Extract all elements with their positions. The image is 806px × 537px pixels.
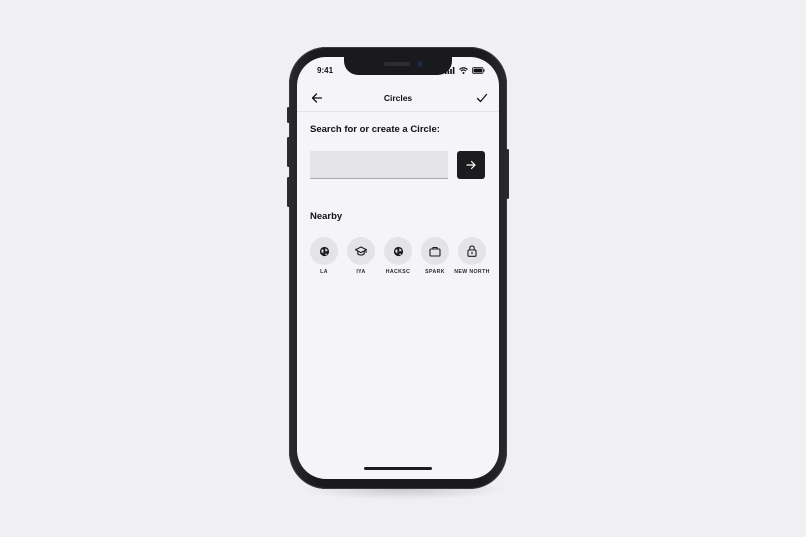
checkmark-icon[interactable] [476, 92, 488, 104]
volume-up-button [287, 137, 290, 167]
arrow-right-icon [466, 160, 476, 170]
circle-label: IYA [356, 269, 366, 275]
nearby-circle-new-north[interactable]: NEW NORTH [454, 237, 490, 276]
nearby-heading: Nearby [310, 211, 343, 222]
speaker [384, 62, 410, 66]
phone-screen: 9:41 Circles Search for or create a Circ… [297, 57, 499, 479]
home-indicator[interactable] [364, 467, 432, 470]
search-heading: Search for or create a Circle: [310, 124, 440, 135]
circle-label: HACKSC [385, 269, 411, 275]
circle-label: NEW NORTH [454, 269, 490, 275]
front-camera [417, 61, 423, 67]
circle-avatar [384, 237, 412, 265]
lock-icon [467, 245, 477, 257]
circle-avatar [310, 237, 338, 265]
globe-icon [393, 246, 403, 256]
search-submit-button[interactable] [457, 151, 485, 179]
circle-avatar [458, 237, 486, 265]
search-input[interactable] [310, 151, 448, 179]
phone-frame: 9:41 Circles Search for or create a Circ… [287, 47, 509, 489]
circle-avatar [421, 237, 449, 265]
nearby-circle-spark[interactable]: SPARK [417, 237, 453, 276]
battery-icon [472, 67, 485, 74]
page-title: Circles [383, 93, 413, 103]
circle-avatar [347, 237, 375, 265]
nearby-circle-hacksc[interactable]: HACKSC [380, 237, 416, 276]
mute-switch [287, 107, 290, 123]
signal-icon [445, 67, 455, 74]
nearby-circle-iya[interactable]: IYA [343, 237, 379, 276]
status-icons [445, 67, 485, 74]
volume-down-button [287, 177, 290, 207]
circle-label: LA [320, 269, 328, 275]
power-button [506, 149, 509, 199]
wifi-icon [459, 67, 468, 74]
status-time: 9:41 [317, 66, 334, 75]
nearby-circle-la[interactable]: LA [306, 237, 342, 276]
notch [344, 57, 452, 75]
globe-icon [319, 246, 329, 256]
briefcase-icon [429, 246, 441, 257]
graduation-cap-icon [355, 245, 367, 256]
navigation-bar: Circles [297, 87, 499, 112]
circle-label: SPARK [425, 269, 445, 275]
